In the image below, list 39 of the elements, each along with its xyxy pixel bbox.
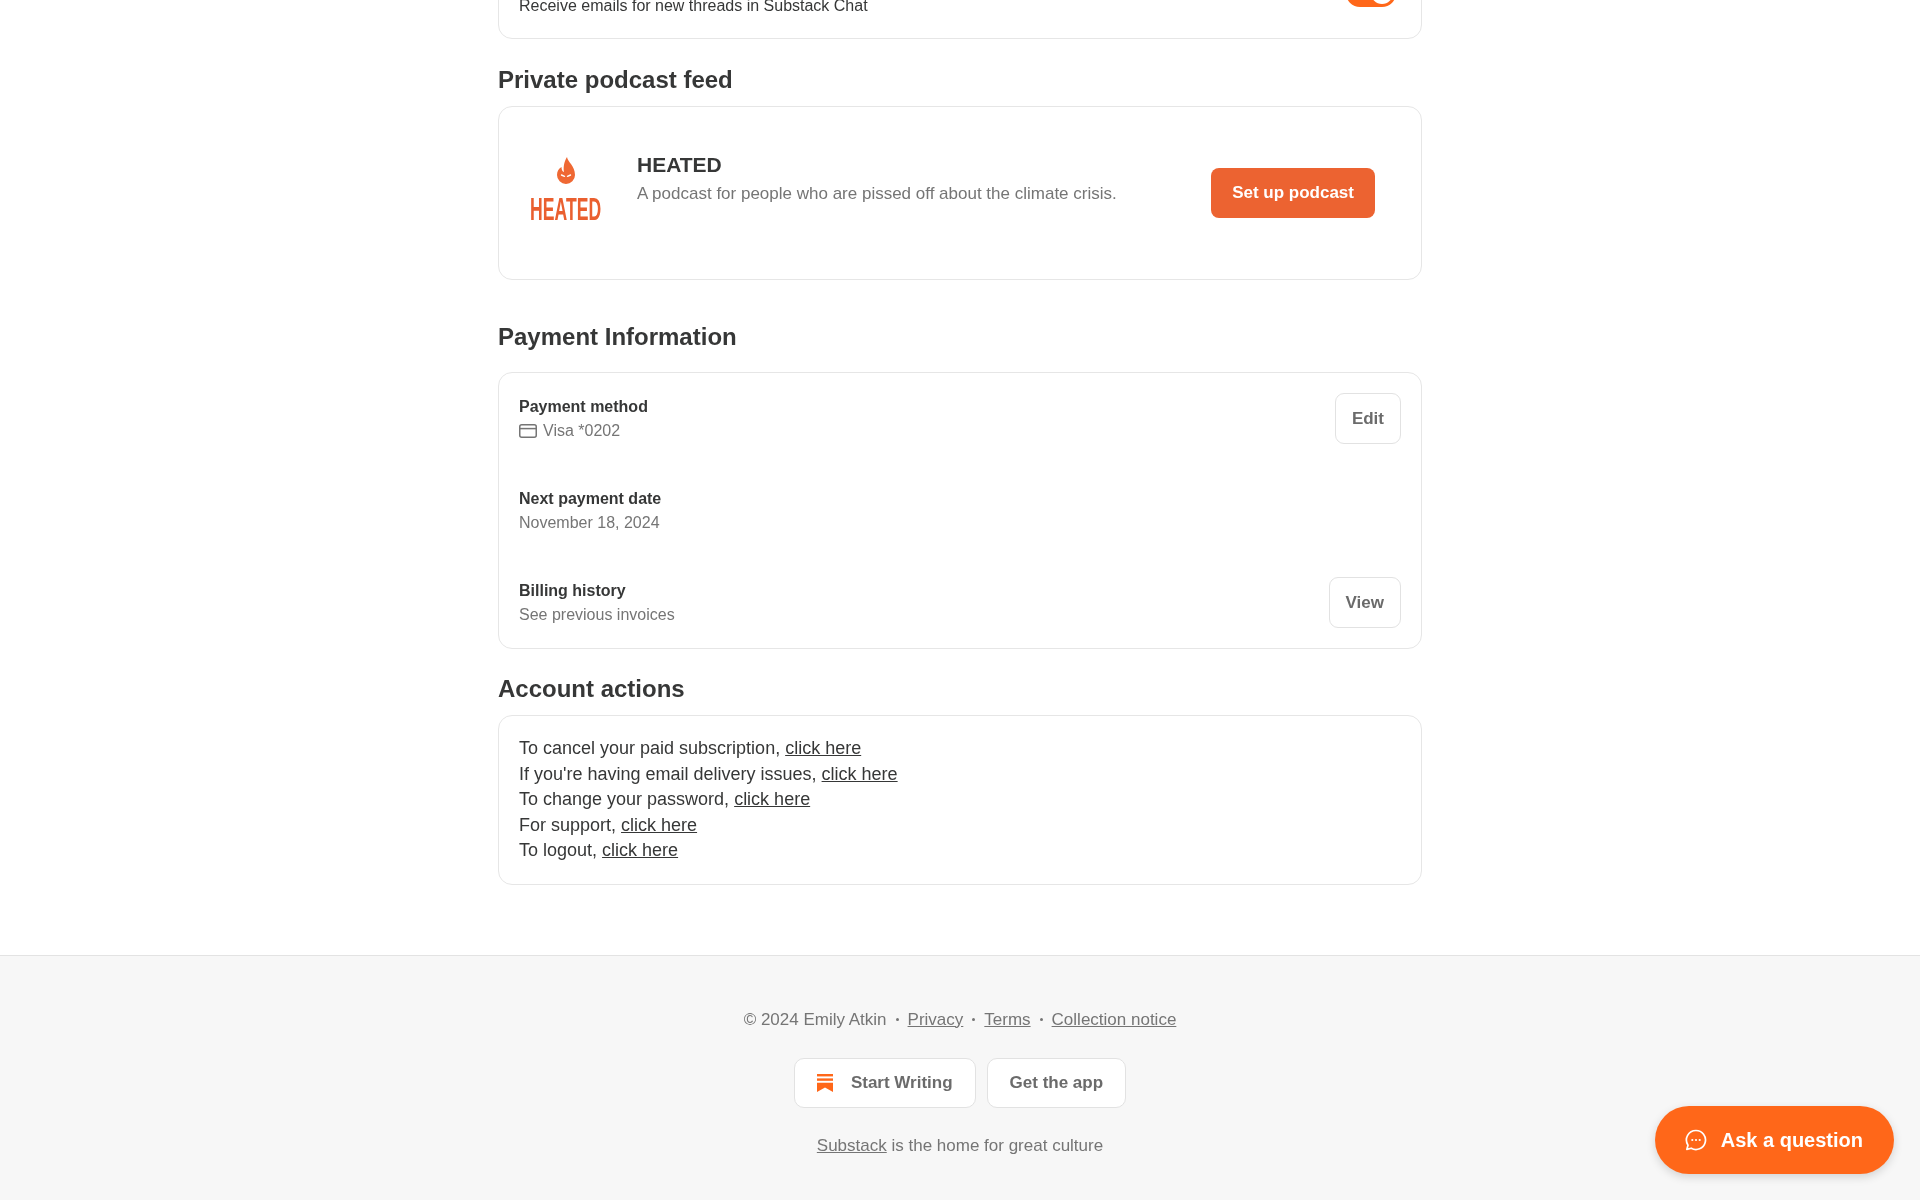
set-up-podcast-button[interactable]: Set up podcast bbox=[1211, 168, 1375, 218]
section-heading: Account actions bbox=[498, 674, 686, 704]
payment-label: Payment method bbox=[519, 396, 648, 417]
account-action-text: For support, click here bbox=[519, 813, 699, 837]
notification-description: Receive emails for new threads in Substack Chat bbox=[519, 0, 868, 16]
credit-card-icon bbox=[519, 423, 537, 438]
footer-tagline: Substack is the home for great culture bbox=[816, 1134, 1104, 1157]
footer-button[interactable]: Start Writing bbox=[793, 1057, 976, 1108]
substack-link[interactable]: Substack bbox=[816, 1135, 887, 1155]
action-link[interactable]: click here bbox=[602, 840, 679, 860]
payment-label: Billing history bbox=[519, 580, 627, 601]
flame-icon bbox=[555, 157, 577, 184]
podcast-description: A podcast for people who are pissed off about the climate crisis. bbox=[637, 183, 1118, 205]
logo-wordmark: HEATED bbox=[530, 196, 602, 222]
payment-value: See previous invoices bbox=[519, 604, 675, 625]
bookmark-icon bbox=[816, 1073, 833, 1092]
action-link[interactable]: click here bbox=[821, 763, 898, 784]
footer-link[interactable]: Privacy bbox=[907, 1007, 964, 1032]
payment-label: Next payment date bbox=[519, 488, 662, 509]
section-heading: Payment Information bbox=[498, 322, 738, 352]
footer-link[interactable]: Terms bbox=[984, 1007, 1031, 1032]
payment-value: Visa *0202 bbox=[543, 420, 621, 441]
ask-question-button[interactable]: Ask a question bbox=[1654, 1106, 1894, 1174]
account-action-text: To change your password, click here bbox=[519, 788, 812, 811]
footer-legal-line: © 2024 Emily Atkin Privacy Terms Collection notice bbox=[743, 1007, 1177, 1032]
payment-value: November 18, 2024 bbox=[519, 512, 660, 533]
action-link[interactable]: click here bbox=[785, 738, 862, 758]
account-action-text: To cancel your paid subscription, click here bbox=[519, 737, 863, 760]
row-action-button[interactable]: View bbox=[1328, 577, 1401, 628]
row-action-button[interactable]: Edit bbox=[1334, 393, 1401, 444]
chat-bubble-icon bbox=[1684, 1129, 1707, 1151]
action-link[interactable]: click here bbox=[734, 789, 811, 809]
footer-link[interactable]: Collection notice bbox=[1051, 1007, 1177, 1032]
action-link[interactable]: click here bbox=[621, 814, 698, 835]
section-heading: Private podcast feed bbox=[498, 65, 734, 95]
podcast-title: HEATED bbox=[637, 152, 723, 178]
footer-button[interactable]: Get the app bbox=[986, 1057, 1127, 1108]
account-action-text: To logout, click here bbox=[519, 839, 680, 862]
account-action-text: If you're having email delivery issues, click here bbox=[519, 762, 899, 786]
